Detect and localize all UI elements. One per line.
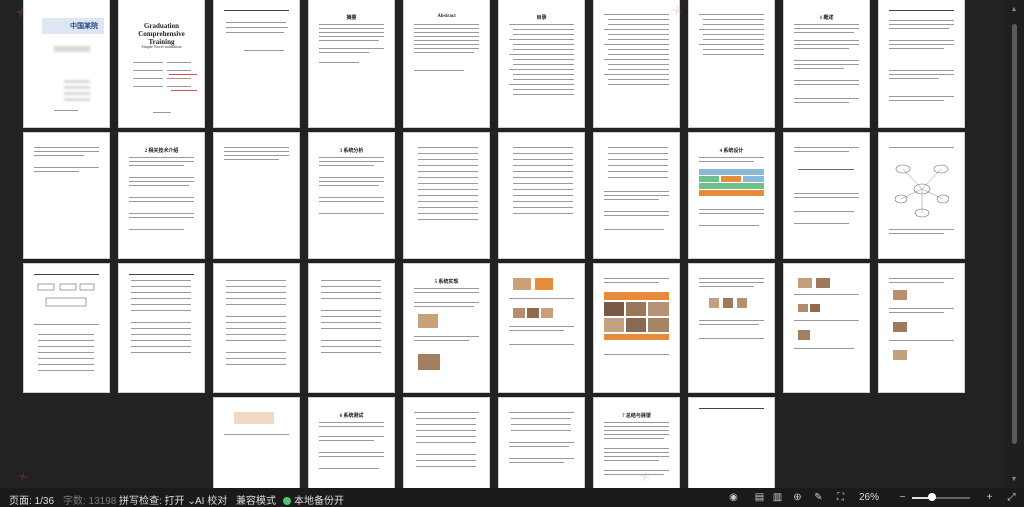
scroll-down-icon[interactable]: ▼ — [1010, 476, 1018, 483]
relationship-diagram — [895, 164, 949, 218]
status-bar: 页面: 1/36 字数: 13198 拼写检查: 打开 ⌄ AI 校对 兼容模式… — [0, 488, 1024, 507]
page-19[interactable] — [784, 133, 869, 258]
blurred-text — [64, 86, 90, 89]
page-heading: 摘要 — [346, 16, 357, 21]
scrollbar-thumb[interactable] — [1012, 24, 1017, 444]
page-16[interactable] — [499, 133, 584, 258]
page-11[interactable] — [24, 133, 109, 258]
blurred-text — [64, 80, 90, 83]
flow-diagram — [37, 283, 95, 307]
scroll-up-icon[interactable]: ▲ — [1010, 6, 1018, 13]
logo-text: 中国某院 — [70, 23, 98, 30]
page-28[interactable] — [689, 264, 774, 392]
ai-check-button[interactable]: AI 校对 — [195, 492, 227, 507]
page-30[interactable] — [879, 264, 964, 392]
blurred-text — [64, 92, 90, 95]
page-22[interactable] — [119, 264, 204, 392]
blurred-text — [64, 98, 90, 101]
backup-status[interactable]: 本地备份开 — [283, 492, 344, 507]
page-heading: 7 总结与展望 — [622, 414, 651, 419]
zoom-slider-thumb[interactable] — [928, 493, 937, 501]
page-20[interactable] — [879, 133, 964, 258]
page-9[interactable]: 1 概述 — [784, 0, 869, 127]
watermark: ✕ — [15, 468, 31, 486]
plus-icon[interactable]: + — [984, 492, 995, 503]
minus-icon[interactable]: − — [897, 492, 908, 503]
page-27[interactable] — [594, 264, 679, 392]
eye-icon[interactable]: ◉ — [728, 492, 739, 503]
text-line — [54, 110, 78, 111]
page-10[interactable] — [879, 0, 964, 127]
page-25[interactable]: 5 系统实现 — [404, 264, 489, 392]
page-3[interactable] — [214, 0, 299, 127]
backup-label: 本地备份开 — [294, 496, 344, 507]
book-view-icon[interactable]: ▥ — [772, 492, 783, 503]
blurred-text — [54, 46, 90, 52]
cover-title: Graduation Comprehensive Training — [138, 22, 185, 46]
zoom-level[interactable]: 26% — [859, 492, 879, 503]
page-4[interactable]: 摘要 — [309, 0, 394, 127]
page-15[interactable] — [404, 133, 489, 258]
page-1[interactable]: 中国某院 — [24, 0, 109, 127]
university-logo: 中国某院 — [42, 18, 104, 34]
page-34[interactable] — [499, 398, 584, 488]
page-7[interactable] — [594, 0, 679, 127]
spell-check-label: 拼写检查: 打开 — [119, 496, 185, 507]
spell-check-toggle[interactable]: 拼写检查: 打开 ⌄ — [119, 492, 196, 507]
globe-icon[interactable]: ⊕ — [792, 492, 803, 503]
page-13[interactable] — [214, 133, 299, 258]
vertical-scrollbar[interactable]: ▲ ▼ — [1004, 0, 1024, 488]
page-17[interactable] — [594, 133, 679, 258]
page-18[interactable]: 4 系统设计 — [689, 133, 774, 258]
cover-subtitle: Simple Novel translation — [141, 44, 182, 49]
page-33[interactable] — [404, 398, 489, 488]
zoom-slider[interactable] — [912, 493, 970, 501]
page-8[interactable] — [689, 0, 774, 127]
page-heading: 5 系统实现 — [434, 280, 459, 285]
page-31[interactable] — [214, 398, 299, 488]
page-32[interactable]: 6 系统测试 — [309, 398, 394, 488]
page-5[interactable]: Abstract — [404, 0, 489, 127]
page-heading: 目录 — [536, 16, 547, 21]
page-indicator[interactable]: 页面: 1/36 — [9, 492, 54, 507]
page-6[interactable]: 目录 — [499, 0, 584, 127]
page-24[interactable] — [309, 264, 394, 392]
page-21[interactable] — [24, 264, 109, 392]
page-heading: 2 相关技术介绍 — [144, 149, 179, 154]
compat-mode-label: 兼容模式 — [236, 496, 276, 507]
page-2[interactable]: Graduation Comprehensive Training Simple… — [119, 0, 204, 127]
word-count[interactable]: 字数: 13198 — [63, 492, 116, 507]
page-35[interactable]: 7 总结与展望 — [594, 398, 679, 488]
page-view-icon[interactable]: ▤ — [754, 492, 765, 503]
page-23[interactable] — [214, 264, 299, 392]
page-thumbnail-grid[interactable]: 中国某院 Graduation Comprehensive Training S… — [0, 0, 1004, 488]
page-heading: Abstract — [437, 14, 456, 19]
page-heading: 6 系统测试 — [339, 414, 364, 419]
page-36[interactable] — [689, 398, 774, 488]
page-29[interactable] — [784, 264, 869, 392]
fit-screen-icon[interactable]: ⛶ — [835, 492, 846, 503]
expand-icon[interactable]: ⤢ — [1006, 492, 1017, 503]
page-heading: 1 概述 — [819, 16, 834, 21]
page-26[interactable] — [499, 264, 584, 392]
backup-status-dot — [283, 497, 291, 505]
page-heading: 3 系统分析 — [339, 149, 364, 154]
pen-icon[interactable]: ✎ — [813, 492, 824, 503]
page-heading: 4 系统设计 — [719, 149, 744, 154]
page-14[interactable]: 3 系统分析 — [309, 133, 394, 258]
page-12[interactable]: 2 相关技术介绍 — [119, 133, 204, 258]
